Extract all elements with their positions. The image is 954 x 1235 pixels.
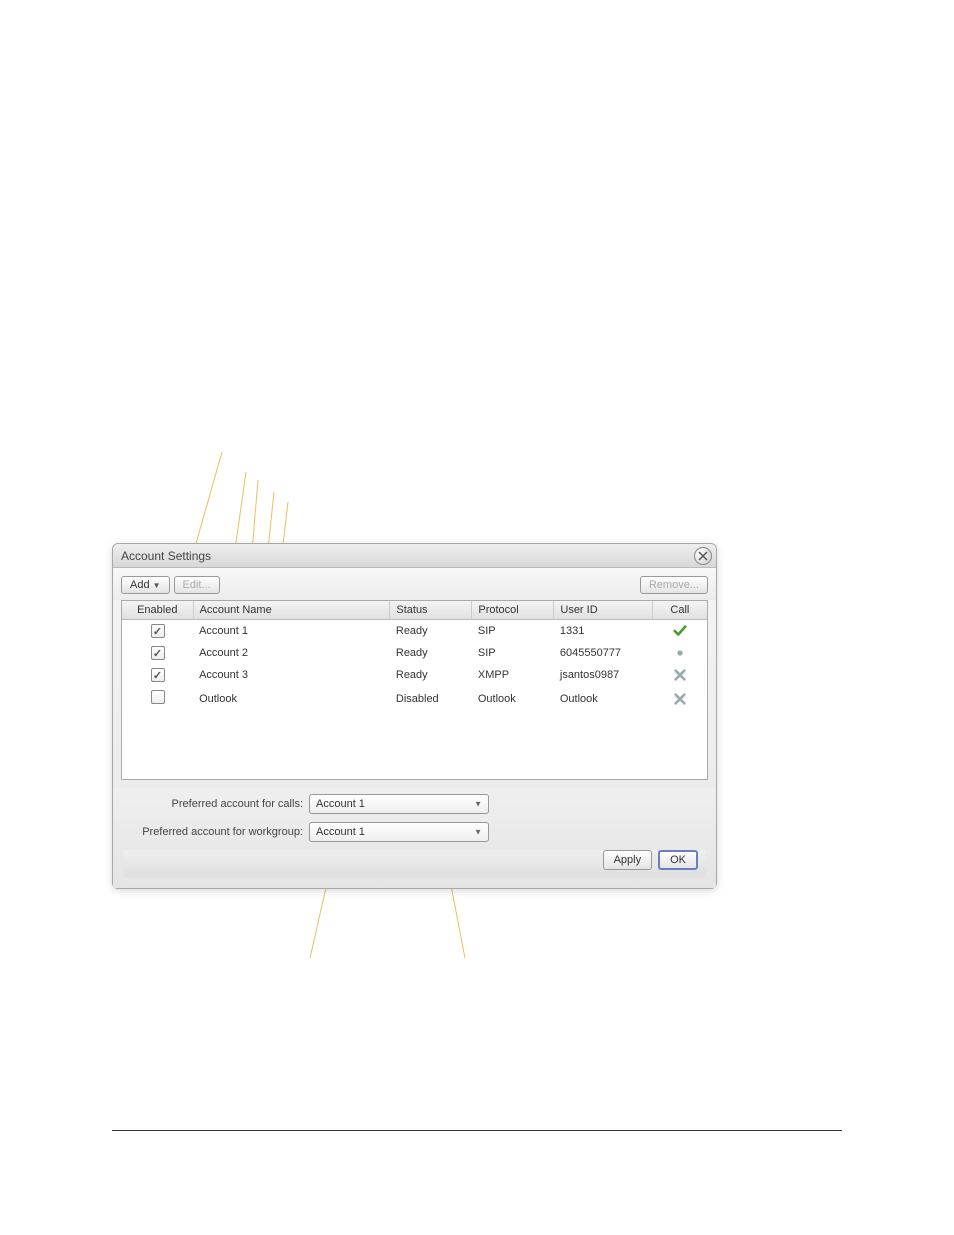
col-header-enabled[interactable]: Enabled bbox=[122, 601, 193, 620]
chevron-down-icon: ▼ bbox=[153, 581, 161, 590]
dot-icon bbox=[658, 646, 701, 660]
cell-protocol: SIP bbox=[472, 642, 554, 664]
checkmark-icon bbox=[658, 624, 701, 638]
pref-calls-row: Preferred account for calls: Account 1 ▼ bbox=[123, 794, 706, 814]
cell-status: Ready bbox=[390, 664, 472, 686]
col-header-protocol[interactable]: Protocol bbox=[472, 601, 554, 620]
accounts-table: Enabled Account Name Status Protocol Use… bbox=[122, 601, 707, 711]
pref-workgroup-label: Preferred account for workgroup: bbox=[123, 826, 303, 838]
x-icon bbox=[658, 692, 701, 706]
cell-user-id: Outlook bbox=[554, 686, 652, 711]
cell-account-name: Outlook bbox=[193, 686, 390, 711]
table-row[interactable]: OutlookDisabledOutlookOutlook bbox=[122, 686, 707, 711]
enabled-checkbox[interactable] bbox=[151, 624, 165, 638]
cell-protocol: Outlook bbox=[472, 686, 554, 711]
cell-call bbox=[652, 642, 707, 664]
titlebar: Account Settings bbox=[113, 544, 716, 568]
account-settings-dialog: Account Settings Add ▼ Edit... Remove...… bbox=[112, 543, 717, 889]
add-button[interactable]: Add ▼ bbox=[121, 576, 170, 594]
cell-status: Disabled bbox=[390, 686, 472, 711]
table-header-row: Enabled Account Name Status Protocol Use… bbox=[122, 601, 707, 620]
cell-user-id: jsantos0987 bbox=[554, 664, 652, 686]
enabled-checkbox[interactable] bbox=[151, 668, 165, 682]
pref-workgroup-value: Account 1 bbox=[316, 826, 365, 838]
toolbar: Add ▼ Edit... Remove... bbox=[113, 568, 716, 600]
close-icon bbox=[698, 551, 708, 561]
cell-call bbox=[652, 664, 707, 686]
add-button-label: Add bbox=[130, 579, 150, 591]
dialog-footer: Apply OK bbox=[123, 850, 706, 878]
col-header-call[interactable]: Call bbox=[652, 601, 707, 620]
accounts-table-container: Enabled Account Name Status Protocol Use… bbox=[121, 600, 708, 780]
col-header-account-name[interactable]: Account Name bbox=[193, 601, 390, 620]
remove-button-label: Remove... bbox=[649, 579, 699, 591]
page-footer-rule bbox=[112, 1130, 842, 1131]
pref-workgroup-dropdown[interactable]: Account 1 ▼ bbox=[309, 822, 489, 842]
cell-user-id: 1331 bbox=[554, 620, 652, 643]
ok-button[interactable]: OK bbox=[658, 850, 698, 870]
cell-status: Ready bbox=[390, 642, 472, 664]
pref-calls-label: Preferred account for calls: bbox=[123, 798, 303, 810]
pref-workgroup-row: Preferred account for workgroup: Account… bbox=[123, 822, 706, 842]
table-row[interactable]: Account 2ReadySIP6045550777 bbox=[122, 642, 707, 664]
x-icon bbox=[658, 668, 701, 682]
chevron-down-icon: ▼ bbox=[474, 828, 482, 837]
enabled-checkbox[interactable] bbox=[151, 646, 165, 660]
ok-button-label: OK bbox=[670, 854, 686, 866]
chevron-down-icon: ▼ bbox=[474, 800, 482, 809]
cell-protocol: XMPP bbox=[472, 664, 554, 686]
enabled-checkbox[interactable] bbox=[151, 690, 165, 704]
cell-call bbox=[652, 686, 707, 711]
cell-account-name: Account 3 bbox=[193, 664, 390, 686]
preferences-section: Preferred account for calls: Account 1 ▼… bbox=[113, 788, 716, 888]
apply-button-label: Apply bbox=[614, 854, 642, 866]
dialog-title: Account Settings bbox=[121, 549, 211, 563]
cell-status: Ready bbox=[390, 620, 472, 643]
cell-protocol: SIP bbox=[472, 620, 554, 643]
pref-calls-value: Account 1 bbox=[316, 798, 365, 810]
cell-account-name: Account 1 bbox=[193, 620, 390, 643]
pref-calls-dropdown[interactable]: Account 1 ▼ bbox=[309, 794, 489, 814]
remove-button[interactable]: Remove... bbox=[640, 576, 708, 594]
col-header-status[interactable]: Status bbox=[390, 601, 472, 620]
edit-button-label: Edit... bbox=[183, 579, 211, 591]
col-header-user-id[interactable]: User ID bbox=[554, 601, 652, 620]
edit-button[interactable]: Edit... bbox=[174, 576, 220, 594]
cell-call bbox=[652, 620, 707, 643]
table-row[interactable]: Account 1ReadySIP1331 bbox=[122, 620, 707, 643]
cell-user-id: 6045550777 bbox=[554, 642, 652, 664]
table-row[interactable]: Account 3ReadyXMPPjsantos0987 bbox=[122, 664, 707, 686]
close-button[interactable] bbox=[694, 547, 712, 565]
cell-account-name: Account 2 bbox=[193, 642, 390, 664]
apply-button[interactable]: Apply bbox=[603, 850, 653, 870]
